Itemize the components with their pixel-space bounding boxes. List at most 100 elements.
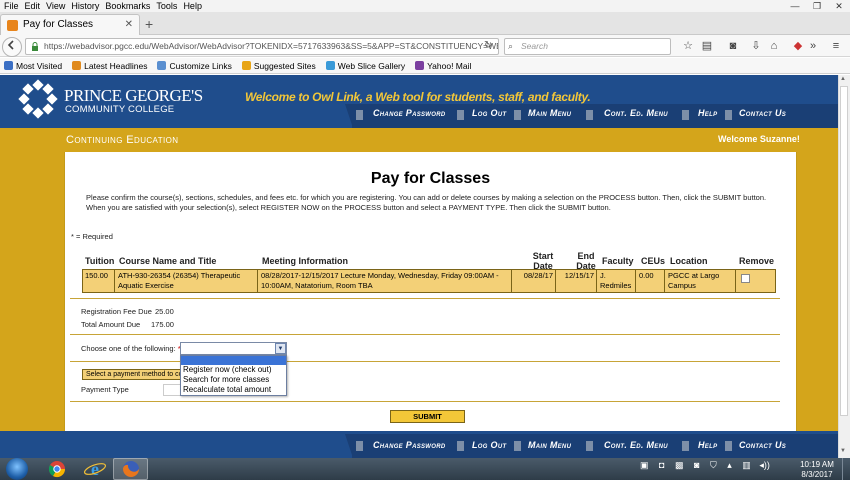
nav-cont-ed-menu[interactable]: Cont. Ed. Menu — [604, 108, 668, 118]
nav-help[interactable]: Help — [698, 108, 717, 118]
nav-separator — [514, 441, 521, 451]
tab-title: Pay for Classes — [23, 19, 94, 30]
process-select[interactable] — [180, 342, 287, 355]
menu-tools[interactable]: Tools — [153, 0, 180, 12]
bookmark-most-visited[interactable]: Most Visited — [4, 58, 62, 74]
scroll-up-icon[interactable]: ▲ — [840, 76, 846, 82]
volume-icon[interactable]: ◂)) — [759, 460, 770, 470]
firefox-icon[interactable] — [116, 459, 146, 479]
bookmark-suggested-sites[interactable]: Suggested Sites — [241, 58, 316, 74]
nav-separator — [457, 110, 464, 120]
addon-icon[interactable]: ◆ — [791, 39, 805, 53]
tray-app-icon[interactable]: ▣ — [640, 460, 649, 470]
tab-close-icon[interactable]: ✕ — [125, 15, 133, 35]
footer-nav-change-password[interactable]: Change Password — [373, 440, 446, 450]
submit-button[interactable]: SUBMIT — [390, 410, 465, 423]
menu-edit[interactable]: Edit — [22, 0, 44, 12]
dropdown-option-blank[interactable] — [181, 356, 286, 365]
menu-view[interactable]: View — [43, 0, 68, 12]
menu-file[interactable]: File — [0, 0, 22, 12]
instructions-text: Please confirm the course(s), sections, … — [86, 193, 767, 212]
payment-type-label: Payment Type — [81, 385, 129, 394]
clock-date[interactable]: 8/3/2017 — [800, 470, 834, 479]
minimize-button[interactable]: — — [784, 0, 806, 12]
bookmark-icon — [4, 61, 13, 70]
clock-time[interactable]: 10:19 AM — [800, 460, 834, 469]
cell-end-date: 12/15/17 — [557, 270, 597, 292]
logo-college-name[interactable]: PRINCE GEORGE'S — [64, 86, 203, 106]
network-icon[interactable]: ▥ — [742, 460, 751, 470]
bookmark-web-slice-gallery[interactable]: Web Slice Gallery — [325, 58, 405, 74]
nav-separator — [457, 441, 464, 451]
required-note: * = Required — [71, 232, 113, 241]
reader-icon[interactable]: ▤ — [700, 39, 714, 53]
cell-meeting: 08/28/2017-12/15/2017 Lecture Monday, We… — [259, 270, 512, 292]
menu-bookmarks[interactable]: Bookmarks — [102, 0, 153, 12]
overflow-icon[interactable]: » — [806, 39, 820, 53]
tab-pay-for-classes[interactable]: Pay for Classes ✕ — [0, 14, 140, 35]
cell-faculty: J. Redmiles — [598, 270, 636, 292]
lock-icon — [32, 42, 38, 51]
chevron-down-icon[interactable]: ▼ — [275, 343, 286, 354]
ie-page-icon — [325, 61, 335, 70]
tray-app-icon[interactable]: ▩ — [675, 460, 684, 470]
registration-fee-value: 25.00 — [155, 307, 174, 316]
bookmarks-toolbar: Most Visited Latest Headlines Customize Li… — [0, 58, 850, 74]
nav-change-password[interactable]: Change Password — [373, 108, 446, 118]
menu-icon[interactable]: ≡ — [829, 39, 843, 53]
dropdown-option-search-classes[interactable]: Search for more classes — [183, 375, 269, 385]
remove-checkbox[interactable] — [741, 274, 750, 283]
nav-main-menu[interactable]: Main Menu — [528, 108, 571, 118]
svg-text:e: e — [91, 459, 99, 479]
menu-history[interactable]: History — [68, 0, 102, 12]
window-controls: — ❐ ✕ — [784, 0, 850, 12]
scrollbar-thumb[interactable] — [840, 86, 848, 416]
cell-tuition: 150.00 — [83, 270, 115, 292]
dropdown-option-register-now[interactable]: Register now (check out) — [183, 365, 271, 375]
nav-log-out[interactable]: Log Out — [472, 108, 506, 118]
dropdown-option-recalculate[interactable]: Recalculate total amount — [183, 385, 271, 395]
footer-nav-help[interactable]: Help — [698, 440, 717, 450]
search-input[interactable]: Search — [504, 38, 671, 55]
tray-app-icon[interactable]: ◘ — [659, 460, 664, 470]
close-window-button[interactable]: ✕ — [828, 0, 850, 12]
cell-location: PGCC at Largo Campus — [666, 270, 736, 292]
internet-explorer-icon[interactable]: e — [80, 459, 110, 479]
scroll-down-icon[interactable]: ▼ — [840, 448, 846, 454]
maximize-button[interactable]: ❐ — [806, 0, 828, 12]
windows-start-icon[interactable] — [6, 458, 28, 480]
cell-start-date: 08/28/17 — [513, 270, 556, 292]
download-icon[interactable]: ⇩ — [749, 39, 763, 53]
reload-icon[interactable]: ↻ — [484, 40, 492, 51]
show-desktop-button[interactable] — [842, 458, 850, 480]
header-faculty: Faculty — [602, 256, 634, 266]
new-tab-button[interactable]: + — [145, 14, 153, 34]
menu-help[interactable]: Help — [180, 0, 205, 12]
header-remove: Remove — [739, 256, 775, 266]
footer-nav-cont-ed-menu[interactable]: Cont. Ed. Menu — [604, 440, 668, 450]
registration-fee-label: Registration Fee Due — [81, 307, 152, 316]
footer-nav-contact-us[interactable]: Contact Us — [739, 440, 786, 450]
star-icon[interactable]: ☆ — [681, 39, 695, 53]
header-start-date: Start Date — [532, 251, 554, 271]
show-hidden-icons[interactable]: ▴ — [727, 460, 732, 470]
divider — [70, 361, 780, 362]
college-logo-icon[interactable] — [18, 79, 58, 119]
bookmark-customize-links[interactable]: Customize Links — [157, 58, 232, 74]
right-gutter — [797, 152, 838, 431]
back-button[interactable] — [2, 37, 22, 57]
tray-app-icon[interactable]: ◙ — [694, 460, 699, 470]
ie-page-icon — [157, 61, 167, 70]
home-icon[interactable]: ⌂ — [767, 39, 781, 53]
bookmark-latest-headlines[interactable]: Latest Headlines — [72, 58, 147, 74]
footer-nav-log-out[interactable]: Log Out — [472, 440, 506, 450]
nav-contact-us[interactable]: Contact Us — [739, 108, 786, 118]
pocket-icon[interactable]: ◙ — [726, 39, 740, 53]
divider — [70, 334, 780, 335]
url-bar[interactable]: https://webadvisor.pgcc.edu/WebAdvisor/W… — [25, 38, 499, 55]
chrome-icon[interactable] — [42, 459, 72, 479]
system-tray: ▣ ◘ ▩ ◙ ⛉ ▴ ▥ ◂)) — [640, 460, 770, 471]
bookmark-yahoo-mail[interactable]: Yahoo! Mail — [415, 58, 471, 74]
footer-nav-main-menu[interactable]: Main Menu — [528, 440, 571, 450]
tray-shield-icon[interactable]: ⛉ — [710, 460, 717, 470]
